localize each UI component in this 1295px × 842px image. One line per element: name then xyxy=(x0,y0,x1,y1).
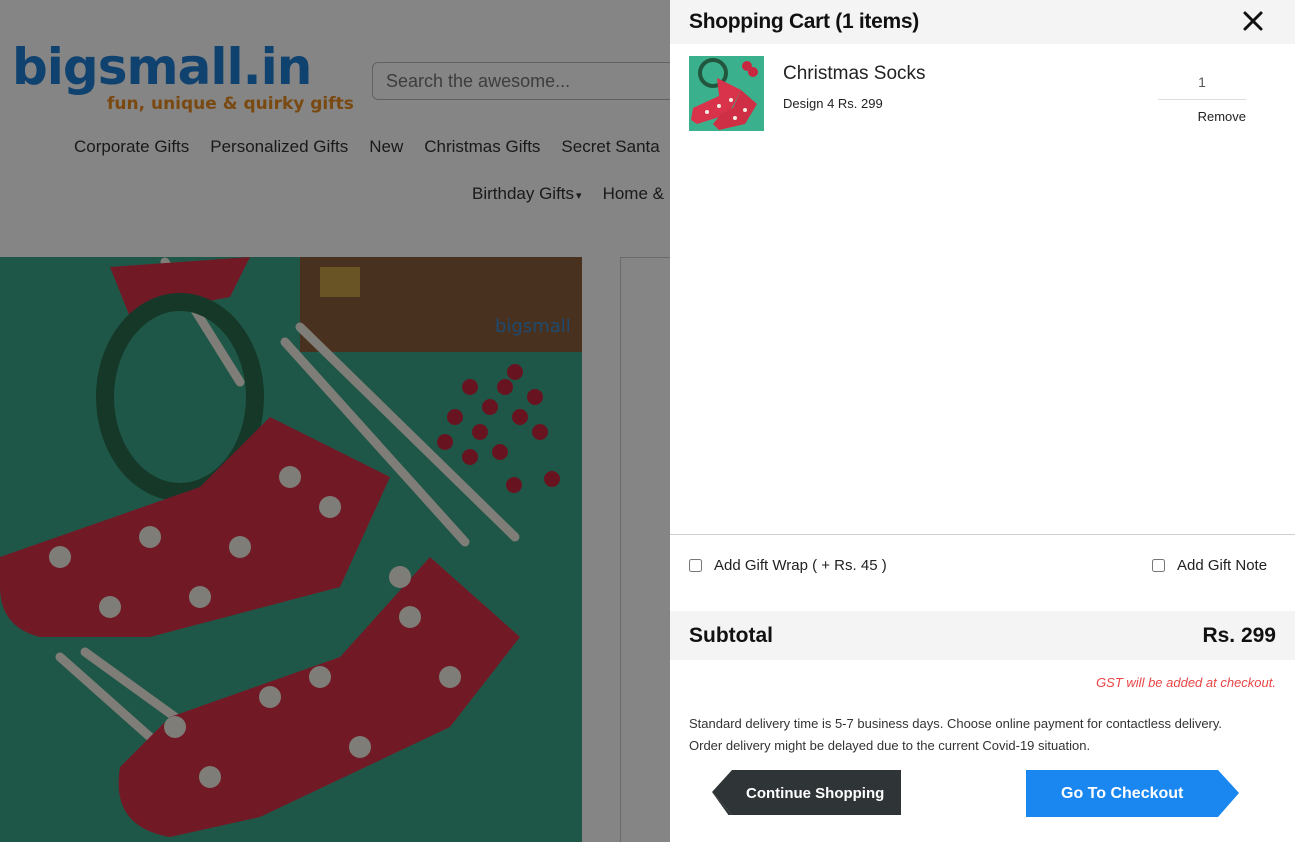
gift-note-checkbox[interactable] xyxy=(1152,559,1165,572)
cart-header: Shopping Cart (1 items) xyxy=(670,0,1295,44)
cart-item-variant: Design 4 Rs. 299 xyxy=(783,96,883,111)
quantity-input[interactable] xyxy=(1158,64,1246,100)
delivery-line-1: Standard delivery time is 5-7 business d… xyxy=(689,716,1223,731)
delivery-line-2: Order delivery might be delayed due to t… xyxy=(689,738,1091,753)
cart-drawer: Shopping Cart (1 items) Christmas Socks … xyxy=(670,0,1295,842)
cart-item-thumbnail[interactable] xyxy=(689,56,764,131)
go-to-checkout-button[interactable]: Go To Checkout xyxy=(1026,770,1239,817)
cart-divider xyxy=(670,534,1295,535)
gift-wrap-checkbox[interactable] xyxy=(689,559,702,572)
cart-title: Shopping Cart (1 items) xyxy=(689,10,919,33)
gift-note-option[interactable]: Add Gift Note xyxy=(1152,557,1267,574)
remove-item-link[interactable]: Remove xyxy=(1158,109,1246,125)
gift-note-label: Add Gift Note xyxy=(1177,557,1268,574)
delivery-info: Standard delivery time is 5-7 business d… xyxy=(689,713,1269,757)
subtotal-label: Subtotal xyxy=(689,624,773,647)
gift-wrap-option[interactable]: Add Gift Wrap ( + Rs. 45 ) xyxy=(689,557,887,574)
go-to-checkout-label: Go To Checkout xyxy=(1061,785,1184,802)
gst-note: GST will be added at checkout. xyxy=(1096,675,1276,690)
cart-item-name[interactable]: Christmas Socks xyxy=(783,63,926,85)
continue-shopping-button[interactable]: Continue Shopping xyxy=(712,770,901,815)
subtotal-value: Rs. 299 xyxy=(1202,624,1276,647)
gift-wrap-label: Add Gift Wrap ( + Rs. 45 ) xyxy=(714,557,887,574)
continue-shopping-label: Continue Shopping xyxy=(746,785,885,802)
close-icon[interactable] xyxy=(1241,9,1265,33)
subtotal-bar: Subtotal Rs. 299 xyxy=(670,611,1295,660)
